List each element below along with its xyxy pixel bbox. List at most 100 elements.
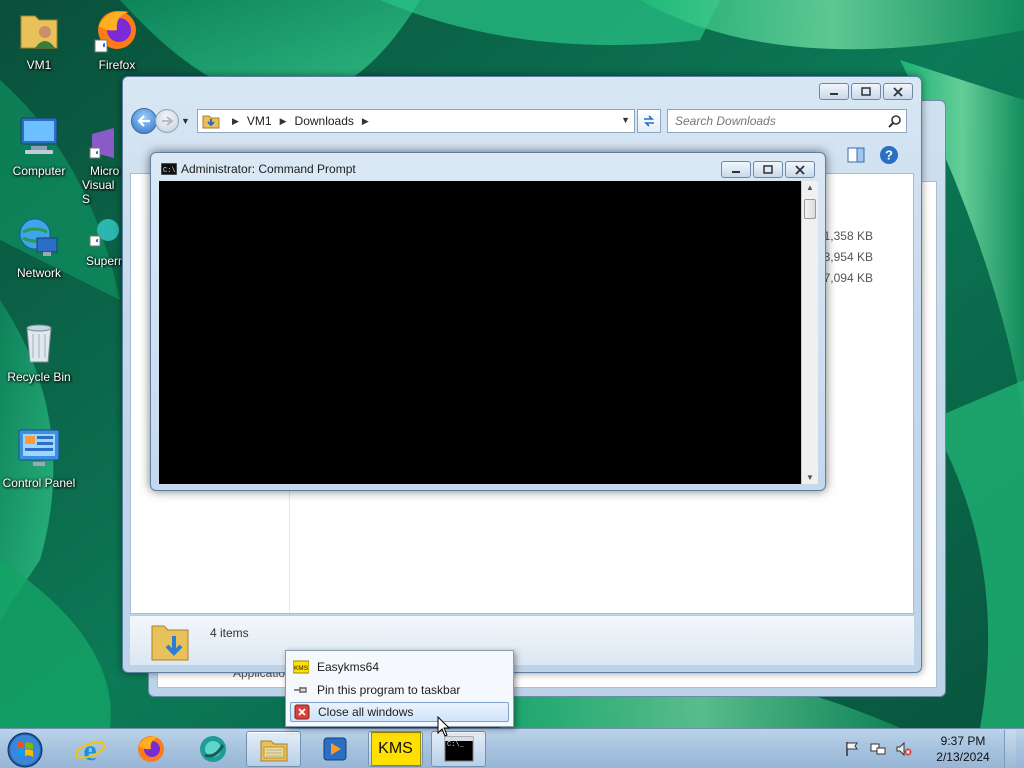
window-caption-buttons <box>819 83 913 100</box>
kms-app-icon: KMS <box>370 732 421 766</box>
restore-button[interactable] <box>753 161 783 178</box>
taskbar-easykms[interactable]: KMS <box>368 731 423 767</box>
desktop-icon-label: Recycle Bin <box>7 370 71 384</box>
svg-text:?: ? <box>885 148 893 163</box>
breadcrumb-downloads[interactable]: Downloads <box>295 114 354 128</box>
kms-icon: KMS <box>293 660 309 674</box>
scroll-up-icon[interactable]: ▲ <box>806 183 814 192</box>
svg-text:KMS: KMS <box>294 665 309 672</box>
show-desktop-button[interactable] <box>1004 730 1016 768</box>
svg-text:C:\_: C:\_ <box>447 741 465 749</box>
taskbar-media-player[interactable] <box>307 731 362 767</box>
close-icon <box>795 164 805 175</box>
desktop-icon-control-panel[interactable]: Control Panel <box>0 424 78 490</box>
close-icon <box>893 86 903 97</box>
search-input[interactable]: Search Downloads <box>667 109 907 133</box>
breadcrumb-vm1[interactable]: VM1 <box>247 114 272 128</box>
details-pane: 4 items <box>130 615 914 665</box>
refresh-button[interactable] <box>637 109 661 133</box>
visual-studio-shortcut-icon <box>89 128 114 159</box>
breadcrumb-separator-icon[interactable]: ▶ <box>280 116 287 127</box>
taskbar-firefox[interactable] <box>123 731 178 767</box>
downloads-folder-icon <box>202 115 220 129</box>
scroll-down-icon[interactable]: ▼ <box>806 473 814 482</box>
minimize-icon <box>732 170 740 173</box>
restore-button[interactable] <box>851 83 881 100</box>
desktop-icon-label: Micro <box>90 164 120 178</box>
taskbar-windows-explorer[interactable] <box>246 731 301 767</box>
scrollbar-thumb[interactable] <box>804 199 816 219</box>
svg-text:e: e <box>83 734 96 765</box>
help-icon[interactable]: ? <box>879 145 899 165</box>
jumplist-item-easykms64[interactable]: KMS Easykms64 <box>290 657 509 677</box>
item-count: 4 items <box>210 626 249 640</box>
desktop-icon-recycle-bin[interactable]: Recycle Bin <box>0 318 78 384</box>
downloads-folder-icon <box>151 625 189 661</box>
minimize-icon <box>830 92 838 95</box>
user-folder-icon <box>20 15 58 49</box>
desktop-icon-vm1[interactable]: VM1 <box>0 6 78 72</box>
refresh-icon <box>644 115 654 127</box>
computer-icon <box>20 117 58 154</box>
supernote-shortcut-icon <box>89 219 119 247</box>
desktop-icon-supernote[interactable]: Supern <box>78 216 124 268</box>
clock-date: 2/13/2024 <box>936 750 990 764</box>
volume-muted-icon[interactable] <box>896 741 912 757</box>
network-tray-icon[interactable] <box>870 741 886 757</box>
back-button[interactable] <box>131 108 157 134</box>
jumplist-item-close-all-windows[interactable]: Close all windows <box>290 702 509 722</box>
internet-explorer-icon: e <box>74 734 105 765</box>
search-icon[interactable] <box>888 114 902 128</box>
command-prompt-icon: C:\ <box>161 163 177 175</box>
firefox-icon <box>94 11 136 53</box>
minimize-button[interactable] <box>819 83 849 100</box>
breadcrumb-separator-icon[interactable]: ▶ <box>362 116 369 127</box>
jumplist-item-label: Easykms64 <box>317 660 380 674</box>
minimize-button[interactable] <box>721 161 751 178</box>
taskbar-internet-explorer[interactable]: e <box>62 731 117 767</box>
recent-pages-dropdown[interactable]: ▼ <box>181 116 191 126</box>
action-center-flag-icon[interactable] <box>844 741 860 757</box>
system-clock[interactable]: 9:37 PM 2/13/2024 <box>928 733 998 765</box>
window-title: Administrator: Command Prompt <box>181 162 356 176</box>
breadcrumb-separator-icon[interactable]: ▶ <box>232 116 239 127</box>
desktop-icon-label: VM1 <box>26 58 52 72</box>
close-button[interactable] <box>785 161 815 178</box>
desktop-icon-label: Supern <box>86 254 124 268</box>
command-prompt-window[interactable]: C:\ Administrator: Command Prompt ▲ ▼ <box>150 152 826 491</box>
firefox-icon <box>137 736 164 762</box>
desktop-icon-label-line2: Visual S <box>82 178 115 206</box>
preview-pane-icon[interactable] <box>847 147 865 163</box>
start-button[interactable] <box>6 731 44 768</box>
desktop-icon-label: Control Panel <box>2 476 76 490</box>
pin-icon <box>294 687 307 693</box>
notification-area: 9:37 PM 2/13/2024 <box>844 729 1016 768</box>
taskbar: e KMS C:\_ 9:37 PM 2/13/2024 <box>0 728 1024 768</box>
svg-text:C:\: C:\ <box>163 167 176 175</box>
forward-button[interactable] <box>155 109 179 133</box>
desktop-icon-label: Network <box>16 266 61 280</box>
address-bar[interactable]: ▶ VM1 ▶ Downloads ▶ ▼ <box>197 109 635 133</box>
taskbar-jump-list: KMS Easykms64 Pin this program to taskba… <box>285 650 514 727</box>
navigation-bar: ▼ ▶ VM1 ▶ Downloads ▶ ▼ Search Downloads <box>131 107 913 135</box>
close-button[interactable] <box>883 83 913 100</box>
control-panel-icon <box>18 429 60 466</box>
window-caption-buttons <box>721 161 815 178</box>
mouse-cursor-icon <box>437 716 451 737</box>
desktop-icon-firefox[interactable]: Firefox <box>78 6 156 72</box>
desktop-icon-label: Firefox <box>98 58 136 72</box>
taskbar-supernote[interactable] <box>185 731 240 767</box>
desktop-icon-visual-studio[interactable]: Micro Visual S <box>78 126 124 206</box>
console-output-area[interactable] <box>159 181 801 484</box>
jumplist-item-label: Close all windows <box>318 705 414 719</box>
address-dropdown-icon[interactable]: ▼ <box>621 115 630 125</box>
vertical-scrollbar[interactable]: ▲ ▼ <box>801 181 818 484</box>
desktop-icon-computer[interactable]: Computer <box>0 112 78 178</box>
jumplist-item-pin-to-taskbar[interactable]: Pin this program to taskbar <box>290 680 509 700</box>
search-placeholder: Search Downloads <box>675 114 776 128</box>
desktop-icon-network[interactable]: Network <box>0 214 78 280</box>
media-player-icon <box>323 737 346 761</box>
clock-time: 9:37 PM <box>940 734 986 748</box>
close-red-icon <box>294 704 310 720</box>
desktop-icon-label: Computer <box>12 164 66 178</box>
